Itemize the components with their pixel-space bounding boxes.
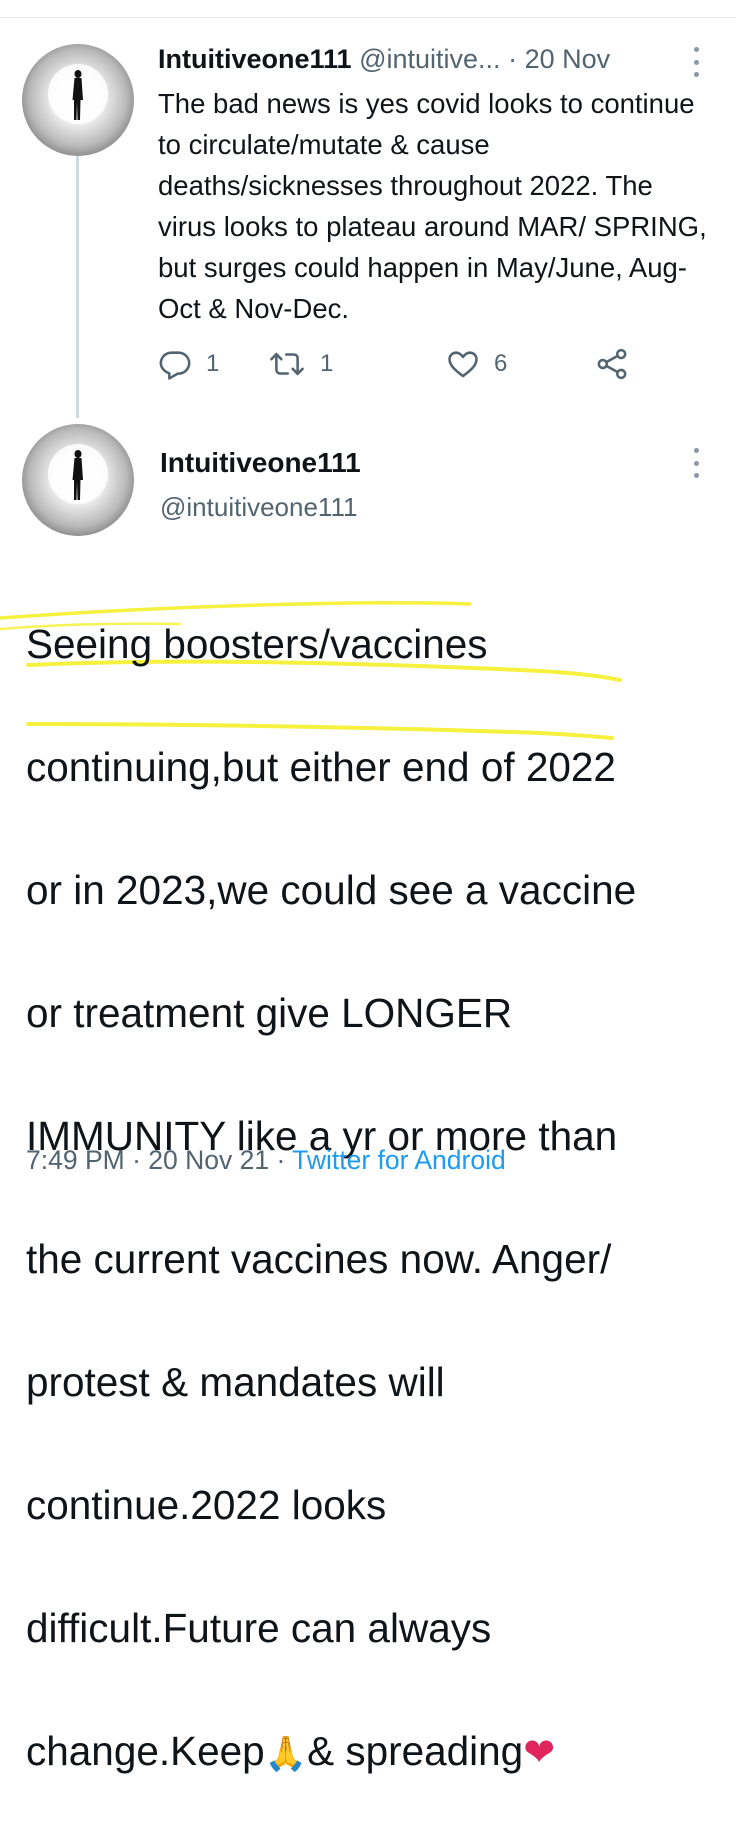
retweet-count: 1: [320, 350, 334, 377]
tweet-time: 7:49 PM: [26, 1145, 125, 1175]
tweet-text-segment: change.Keep: [26, 1727, 265, 1774]
tweet-text: The bad news is yes covid looks to conti…: [158, 88, 707, 324]
tweet-metadata: 7:49 PM · 20 Nov 21 · Twitter for Androi…: [26, 1142, 506, 1178]
tweet-source-link[interactable]: Twitter for Android: [292, 1145, 506, 1175]
reply-count: 1: [206, 350, 220, 377]
avatar-image: [48, 64, 108, 124]
tweet-text-line: difficult.Future can always: [26, 1604, 492, 1651]
heart-icon: [448, 351, 478, 378]
tweet-text-line: continuing,but either end of 2022: [26, 743, 616, 790]
reply-button[interactable]: 1: [158, 342, 219, 386]
separator: ·: [269, 1145, 293, 1175]
retweet-icon: [270, 352, 304, 376]
tweet-text-segment: & spreading: [307, 1727, 524, 1774]
tweet-text-line: continue.2022 looks: [26, 1481, 387, 1528]
tweet-text-line: protest & mandates will: [26, 1358, 445, 1405]
heart-emoji-icon: ❤: [523, 1731, 556, 1774]
more-vertical-icon[interactable]: [690, 448, 702, 478]
display-name[interactable]: Intuitiveone111: [160, 446, 361, 480]
tweet-text-main: Seeing boosters/vaccines continuing,but …: [26, 552, 726, 1847]
display-name[interactable]: Intuitiveone111: [158, 44, 352, 74]
tweet-header: Intuitiveone111 @intuitive... · 20 Nov: [158, 42, 698, 76]
tweet-text-line-last: change.Keep🙏& spreading❤: [26, 1721, 726, 1786]
reply-icon: [159, 351, 191, 380]
retweet-button[interactable]: 1: [268, 342, 333, 386]
separator: ·: [124, 1145, 149, 1175]
like-count: 6: [494, 350, 508, 377]
pray-emoji-icon: 🙏: [264, 1734, 308, 1773]
tweet-actions: 1 1 6: [158, 342, 638, 386]
like-button[interactable]: 6: [446, 342, 507, 386]
more-vertical-icon[interactable]: [690, 47, 702, 77]
tweet-date[interactable]: 20 Nov: [525, 44, 611, 74]
share-icon: [597, 348, 627, 380]
tweet-text-line: or in 2023,we could see a vaccine: [26, 866, 637, 913]
separator: ·: [508, 44, 525, 74]
top-divider: [0, 17, 736, 18]
thread-connector-line: [76, 156, 79, 418]
handle[interactable]: @intuitiveone111: [160, 490, 357, 524]
handle[interactable]: @intuitive...: [359, 44, 500, 74]
avatar[interactable]: [22, 44, 134, 156]
tweet-text-line: the current vaccines now. Anger/: [26, 1235, 612, 1282]
share-button[interactable]: [594, 342, 630, 386]
tweet-text-line: Seeing boosters/vaccines: [26, 620, 488, 667]
tweet-text-line: or treatment give LONGER: [26, 989, 513, 1036]
tweet-date: 20 Nov 21: [148, 1145, 270, 1175]
avatar-image: [48, 444, 108, 504]
avatar[interactable]: [22, 424, 134, 536]
